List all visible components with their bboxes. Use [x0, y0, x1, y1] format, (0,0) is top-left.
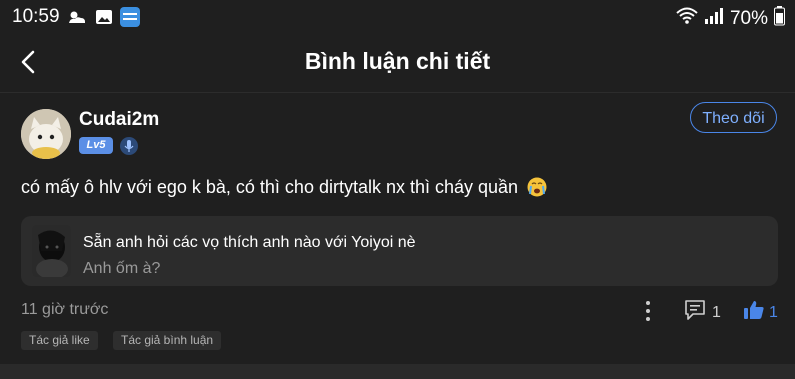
status-time: 10:59 — [12, 6, 60, 27]
battery-icon — [774, 6, 785, 32]
like-button[interactable]: 1 — [743, 299, 778, 326]
crying-face-icon — [527, 177, 547, 197]
comment-text: có mấy ô hlv với ego k bà, có thì cho di… — [21, 177, 519, 197]
tag-author-commented: Tác giả bình luận — [113, 331, 222, 350]
like-count: 1 — [769, 303, 778, 321]
quoted-text: Sẵn anh hỏi các vọ thích anh nào với Yoi… — [83, 234, 416, 251]
status-bar: 10:59 70% — [0, 0, 795, 34]
gallery-icon — [95, 9, 113, 30]
app-notification-icon — [120, 7, 140, 32]
signal-icon — [704, 7, 724, 31]
quoted-thumbnail — [32, 225, 71, 277]
tag-author-liked: Tác giả like — [21, 331, 98, 350]
battery-level: 70% — [729, 8, 768, 29]
bottom-divider — [0, 364, 795, 379]
more-options-icon[interactable] — [640, 299, 656, 323]
comment-count: 1 — [712, 303, 721, 321]
wifi-icon — [676, 7, 698, 31]
comment-bubble-icon — [684, 299, 706, 326]
avatar[interactable] — [21, 109, 71, 159]
weather-icon — [66, 8, 88, 31]
comment-text-row: có mấy ô hlv với ego k bà, có thì cho di… — [21, 177, 547, 198]
app-bar: Bình luận chi tiết — [0, 34, 795, 93]
username[interactable]: Cudai2m — [79, 109, 159, 131]
timestamp: 11 giờ trước — [21, 301, 109, 318]
level-badge: Lv5 — [79, 137, 113, 154]
thumbs-up-icon — [743, 299, 765, 326]
microphone-icon — [120, 137, 138, 155]
page-title: Bình luận chi tiết — [304, 48, 491, 74]
comment-count-button[interactable]: 1 — [684, 299, 721, 326]
follow-button[interactable]: Theo dõi — [690, 102, 777, 133]
quoted-subtext: Anh ốm à? — [83, 260, 161, 277]
quoted-comment-card[interactable]: Sẵn anh hỏi các vọ thích anh nào với Yoi… — [21, 216, 778, 286]
